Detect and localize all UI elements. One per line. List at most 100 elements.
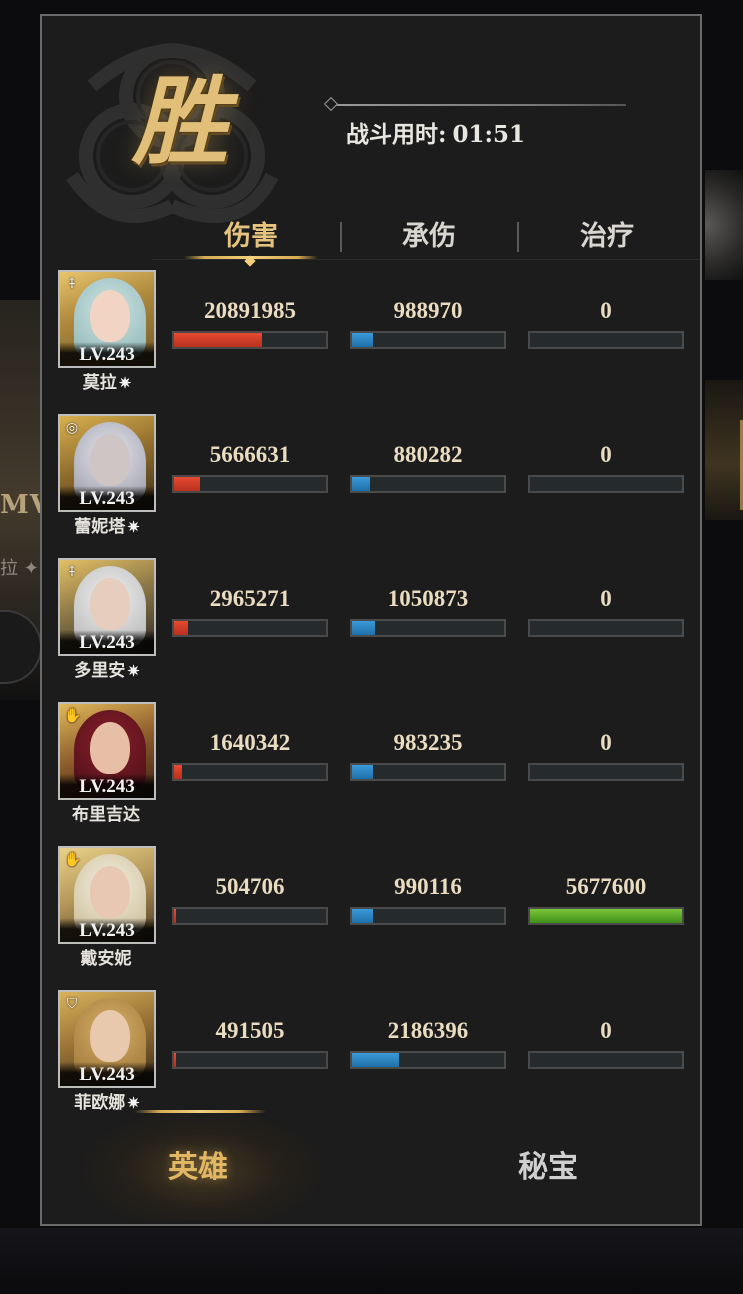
background-name-fragment: 拉 ✦ bbox=[0, 558, 39, 579]
damage-bar bbox=[172, 331, 328, 349]
healing-bar bbox=[528, 1051, 684, 1069]
hero-level: LV.243 bbox=[60, 630, 154, 654]
hero-name: 蕾妮塔 ✷ bbox=[48, 512, 166, 537]
hero-level: LV.243 bbox=[60, 918, 154, 942]
hand-icon: ✋ bbox=[64, 852, 82, 868]
hero-avatar[interactable]: ⤉ LV.243 bbox=[58, 558, 156, 656]
damage-taken-bar-fill bbox=[352, 621, 375, 635]
nav-treasures-button[interactable]: 秘宝 bbox=[448, 1140, 648, 1196]
healing-bar bbox=[528, 619, 684, 637]
hero-level: LV.243 bbox=[60, 342, 154, 366]
healing-bar bbox=[528, 763, 684, 781]
damage-bar bbox=[172, 619, 328, 637]
healing-bar-fill bbox=[530, 909, 682, 923]
damage-bar-fill bbox=[174, 765, 182, 779]
hero-level: LV.243 bbox=[60, 774, 154, 798]
tab-healing[interactable]: 治疗 bbox=[518, 212, 696, 262]
healing-bar bbox=[528, 907, 684, 925]
damage-value: 5666631 bbox=[209, 442, 291, 467]
damage-bar bbox=[172, 475, 328, 493]
archer-icon: ⤉ bbox=[66, 276, 78, 292]
star-rank-icon: ✷ bbox=[118, 374, 132, 392]
healing-value: 0 bbox=[600, 730, 612, 755]
tab-damage[interactable]: 伤害 bbox=[162, 212, 340, 262]
damage-bar-fill bbox=[174, 477, 200, 491]
damage-taken-value: 880282 bbox=[393, 442, 463, 467]
star-rank-icon: ✷ bbox=[127, 662, 140, 680]
damage-taken-value: 988970 bbox=[393, 298, 463, 323]
hero-name-text: 戴安妮 bbox=[80, 949, 132, 969]
battle-duration-value: 01:51 bbox=[452, 121, 526, 148]
battle-duration: 战斗用时: 01:51 bbox=[346, 115, 525, 149]
damage-taken-bar bbox=[350, 475, 506, 493]
nav-heroes-button[interactable]: 英雄 bbox=[98, 1140, 298, 1196]
background-mvp-fragment: MV bbox=[0, 490, 51, 520]
star-rank-icon: ✷ bbox=[127, 518, 140, 536]
swirl-icon: ◎ bbox=[65, 420, 79, 436]
background-scene-bottom bbox=[0, 1228, 743, 1294]
damage-bar-fill bbox=[174, 621, 188, 635]
damage-taken-value: 983235 bbox=[393, 730, 463, 755]
battle-duration-label: 战斗用时: bbox=[346, 121, 447, 148]
shield-icon: ⛉ bbox=[66, 996, 78, 1012]
damage-value: 491505 bbox=[215, 1018, 285, 1043]
archer-icon: ⤉ bbox=[66, 564, 78, 580]
hero-name-text: 多里安 bbox=[74, 661, 126, 681]
damage-taken-bar-fill bbox=[352, 909, 374, 923]
damage-bar-fill bbox=[174, 1053, 176, 1067]
healing-value: 0 bbox=[600, 442, 612, 467]
healing-value: 0 bbox=[600, 586, 612, 611]
healing-bar bbox=[528, 475, 684, 493]
damage-taken-bar bbox=[350, 1051, 506, 1069]
damage-taken-bar bbox=[350, 331, 506, 349]
damage-value: 2965271 bbox=[209, 586, 291, 611]
damage-bar bbox=[172, 907, 328, 925]
hero-name: 布里吉达 bbox=[48, 800, 166, 825]
damage-taken-bar bbox=[350, 763, 506, 781]
damage-bar-fill bbox=[174, 333, 263, 347]
damage-taken-bar bbox=[350, 907, 506, 925]
healing-bar bbox=[528, 331, 684, 349]
hand-icon: ✋ bbox=[64, 708, 82, 724]
hero-avatar[interactable]: ◎ LV.243 bbox=[58, 414, 156, 512]
damage-taken-value: 990116 bbox=[394, 874, 462, 899]
hero-name: 莫拉 ✷ bbox=[48, 368, 166, 393]
hero-name: 戴安妮 bbox=[48, 944, 166, 969]
title-divider-line bbox=[328, 104, 626, 106]
damage-taken-bar bbox=[350, 619, 506, 637]
healing-value: 5677600 bbox=[565, 874, 647, 899]
damage-bar bbox=[172, 763, 328, 781]
bottom-navigation: 英雄 秘宝 bbox=[42, 1110, 700, 1224]
hero-row: ✋ LV.243 戴安妮 504706 990116 5677600 bbox=[58, 846, 688, 986]
damage-taken-value: 1050873 bbox=[387, 586, 469, 611]
hero-name-text: 莫拉 bbox=[82, 373, 117, 393]
hero-name: 多里安 ✷ bbox=[48, 656, 166, 681]
hero-avatar[interactable]: ⤉ LV.243 bbox=[58, 270, 156, 368]
damage-taken-bar-fill bbox=[352, 765, 374, 779]
healing-value: 0 bbox=[600, 1018, 612, 1043]
hero-avatar[interactable]: ✋ LV.243 bbox=[58, 846, 156, 944]
damage-value: 504706 bbox=[215, 874, 285, 899]
hero-row: ⤉ LV.243 莫拉 ✷ 20891985 988970 0 bbox=[58, 270, 688, 410]
battle-result-panel: 胜 战斗用时: 01:51 伤害 承伤 治疗 ⤉ LV.243 莫拉 ✷ 20891… bbox=[40, 14, 702, 1226]
damage-taken-value: 2186396 bbox=[387, 1018, 469, 1043]
damage-taken-bar-fill bbox=[352, 333, 374, 347]
stat-tabs: 伤害 承伤 治疗 bbox=[162, 212, 696, 267]
active-nav-indicator bbox=[134, 1110, 266, 1113]
hero-row: ◎ LV.243 蕾妮塔 ✷ 5666631 880282 0 bbox=[58, 414, 688, 554]
damage-bar bbox=[172, 1051, 328, 1069]
tab-damage-taken[interactable]: 承伤 bbox=[340, 212, 518, 262]
hero-avatar[interactable]: ✋ LV.243 bbox=[58, 702, 156, 800]
hero-level: LV.243 bbox=[60, 1062, 154, 1086]
damage-bar-fill bbox=[174, 909, 176, 923]
hero-row: ✋ LV.243 布里吉达 1640342 983235 0 bbox=[58, 702, 688, 842]
hero-avatar[interactable]: ⛉ LV.243 bbox=[58, 990, 156, 1088]
background-scene-right bbox=[705, 170, 743, 280]
healing-value: 0 bbox=[600, 298, 612, 323]
damage-taken-bar-fill bbox=[352, 1053, 400, 1067]
hero-row: ⤉ LV.243 多里安 ✷ 2965271 1050873 0 bbox=[58, 558, 688, 698]
damage-value: 1640342 bbox=[209, 730, 291, 755]
hero-level: LV.243 bbox=[60, 486, 154, 510]
damage-value: 20891985 bbox=[204, 298, 296, 323]
hero-name-text: 蕾妮塔 bbox=[74, 517, 126, 537]
